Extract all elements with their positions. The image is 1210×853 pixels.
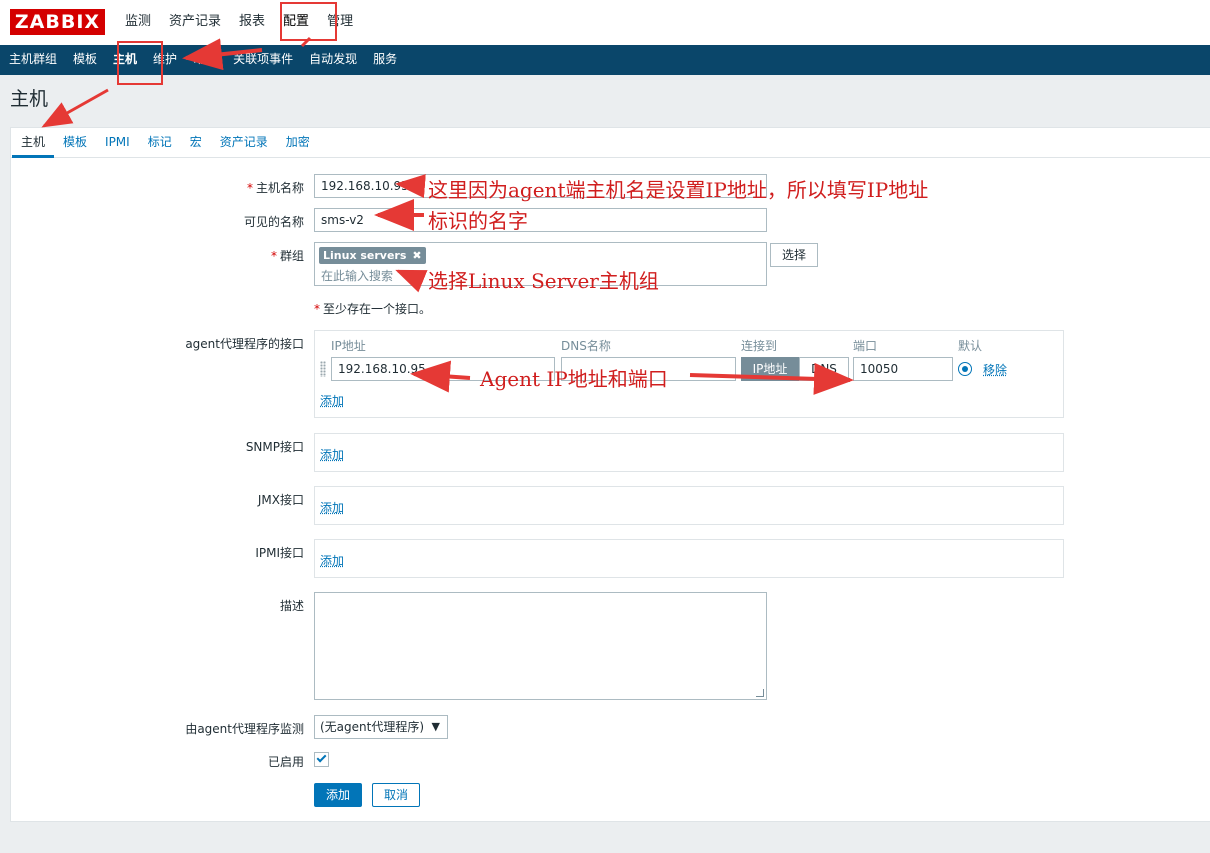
subnav-services[interactable]: 服务 [365,45,405,75]
iface-header-dns: DNS名称 [561,339,611,353]
connect-dns-toggle[interactable]: DNS [799,357,849,381]
agent-interface-label: agent代理程序的接口 [185,337,304,351]
remove-chip-icon[interactable]: ✖ [412,249,421,262]
description-label: 描述 [279,599,304,613]
top-header: ZABBIX 监测 资产记录 报表 配置 管理 [0,0,1210,45]
agent-dns-input[interactable] [561,357,736,381]
agent-port-input[interactable]: 10050 [853,357,953,381]
sub-nav: 主机群组 模板 主机 维护 动作 关联项事件 自动发现 服务 [0,45,1210,75]
iface-header-port: 端口 [853,339,878,353]
jmx-label: JMX接口 [257,493,304,507]
form-tabs: 主机 模板 IPMI 标记 宏 资产记录 加密 [11,128,1210,158]
enabled-label: 已启用 [267,755,304,769]
zabbix-logo[interactable]: ZABBIX [10,9,105,35]
top-nav-inventory[interactable]: 资产记录 [160,0,230,45]
groups-row: * 群组 Linux servers ✖ 在此输入搜索 选择 [11,242,1210,286]
iface-header-default: 默认 [958,339,983,353]
form-buttons-row: 添加 取消 [11,783,1210,807]
jmx-interface-row: JMX接口 添加 [11,486,1210,525]
page-title: 主机 [10,88,49,110]
interface-note-row: * 至少存在一个接口。 [11,300,1210,316]
add-snmp-interface-link[interactable]: 添加 [320,446,344,463]
snmp-label: SNMP接口 [245,440,304,454]
visible-name-row: 可见的名称 sms-v2 [11,208,1210,232]
iface-header-connect: 连接到 [741,339,778,353]
dropdown-arrow-icon: ▼ [431,720,440,733]
proxy-label: 由agent代理程序监测 [185,722,304,736]
groups-label: * 群组 [270,249,304,263]
group-search-input[interactable]: 在此输入搜索 [321,267,393,284]
subnav-discovery[interactable]: 自动发现 [301,45,365,75]
subnav-hosts[interactable]: 主机 [105,45,145,75]
proxy-select[interactable]: (无agent代理程序) ▼ [314,715,448,739]
top-nav-configuration[interactable]: 配置 [274,0,318,45]
tab-macros[interactable]: 宏 [181,128,211,158]
description-textarea[interactable] [314,592,767,700]
add-jmx-interface-link[interactable]: 添加 [320,499,344,516]
subnav-actions[interactable]: 动作 [185,45,225,75]
arrow-to-host-tab [41,88,109,128]
interface-note: * 至少存在一个接口。 [314,302,432,316]
top-nav: 监测 资产记录 报表 配置 管理 [116,0,362,45]
resize-handle-icon[interactable] [756,689,764,697]
visible-name-label: 可见的名称 [243,215,304,229]
groups-multiselect[interactable]: Linux servers ✖ 在此输入搜索 [314,242,767,286]
ipmi-label: IPMI接口 [255,546,304,560]
agent-ip-input[interactable]: 192.168.10.95 [331,357,555,381]
host-name-row: * 主机名称 192.168.10.95 [11,174,1210,198]
host-name-input[interactable]: 192.168.10.95 [314,174,767,198]
ipmi-interface-box: 添加 [314,539,1064,578]
tab-host[interactable]: 主机 [12,128,55,158]
tab-ipmi[interactable]: IPMI [96,128,139,158]
tab-encryption[interactable]: 加密 [277,128,319,158]
remove-interface-link[interactable]: 移除 [983,361,1007,378]
add-agent-interface-link[interactable]: 添加 [320,392,344,409]
snmp-interface-box: 添加 [314,433,1064,472]
agent-interface-box: IP地址 DNS名称 连接到 端口 默认 192.168.10.95 IP地址 … [314,330,1064,418]
subnav-host-groups[interactable]: 主机群组 [1,45,65,75]
subnav-event-correlation[interactable]: 关联项事件 [225,45,301,75]
add-ipmi-interface-link[interactable]: 添加 [320,552,344,569]
default-interface-radio[interactable] [958,362,972,376]
visible-name-input[interactable]: sms-v2 [314,208,767,232]
host-name-label: * 主机名称 [246,181,304,195]
subnav-maintenance[interactable]: 维护 [145,45,185,75]
description-row: 描述 [11,592,1210,700]
jmx-interface-box: 添加 [314,486,1064,525]
snmp-interface-row: SNMP接口 添加 [11,433,1210,472]
proxy-row: 由agent代理程序监测 (无agent代理程序) ▼ [11,715,1210,739]
group-chip: Linux servers ✖ [319,247,426,264]
select-groups-button[interactable]: 选择 [770,243,818,267]
proxy-select-value: (无agent代理程序) [320,720,425,734]
add-host-button[interactable]: 添加 [314,783,362,807]
ipmi-interface-row: IPMI接口 添加 [11,539,1210,578]
checkmark-icon [316,752,327,763]
subnav-templates[interactable]: 模板 [65,45,105,75]
enabled-checkbox[interactable] [314,752,329,767]
top-nav-administration[interactable]: 管理 [318,0,362,45]
host-form-panel: 主机 模板 IPMI 标记 宏 资产记录 加密 * 主机名称 192.168.10… [10,127,1210,822]
cancel-button[interactable]: 取消 [372,783,420,807]
iface-header-ip: IP地址 [331,339,366,353]
tab-tags[interactable]: 标记 [139,128,181,158]
top-nav-reports[interactable]: 报表 [230,0,274,45]
connect-ip-toggle[interactable]: IP地址 [741,357,799,381]
top-nav-monitoring[interactable]: 监测 [116,0,160,45]
tab-templates[interactable]: 模板 [54,128,96,158]
enabled-row: 已启用 [11,752,1210,769]
tab-inventory[interactable]: 资产记录 [211,128,277,158]
agent-interface-row: agent代理程序的接口 IP地址 DNS名称 连接到 端口 默认 192.16… [11,330,1210,418]
drag-handle-icon[interactable] [320,361,326,377]
